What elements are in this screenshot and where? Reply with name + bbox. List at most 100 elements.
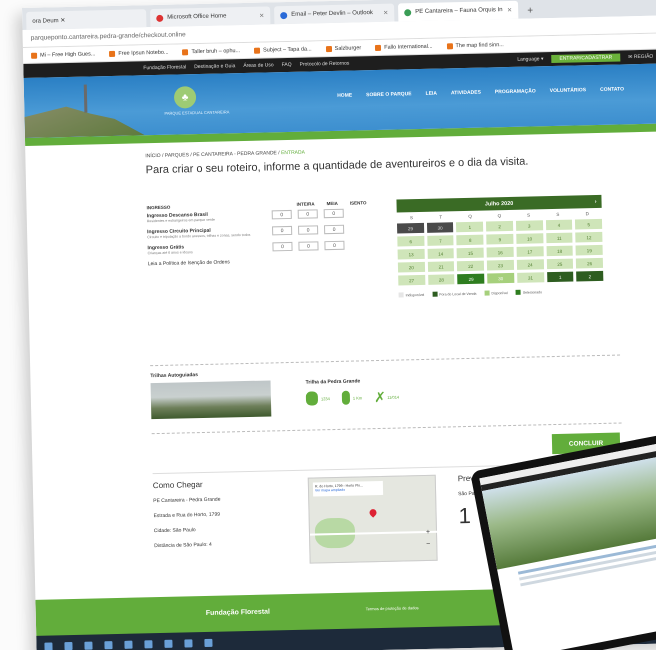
breadcrumb-current: ENTRADA bbox=[280, 149, 306, 157]
tree-logo-icon[interactable]: ♣ bbox=[173, 86, 197, 109]
calendar-day[interactable]: 30 bbox=[487, 272, 515, 284]
weekday-label: S bbox=[527, 212, 531, 218]
mail-icon[interactable] bbox=[144, 640, 153, 649]
calendar-day[interactable]: 6 bbox=[397, 235, 425, 247]
nav-schedule[interactable]: PROGRAMAÇÃO bbox=[495, 88, 536, 95]
qty-inteira-input[interactable]: 0 bbox=[271, 209, 292, 220]
calendar-day[interactable]: 15 bbox=[456, 247, 484, 259]
store-icon[interactable] bbox=[124, 640, 133, 649]
nav-contact[interactable]: CONTATO bbox=[600, 86, 624, 93]
bookmark[interactable]: Mi – Free High Gues... bbox=[31, 51, 95, 59]
app-icon[interactable] bbox=[204, 638, 213, 648]
calendar-day[interactable]: 5 bbox=[575, 218, 603, 230]
calendar-day[interactable]: 2 bbox=[486, 220, 514, 232]
calendar-day[interactable]: 31 bbox=[516, 272, 544, 283]
calendar-day[interactable]: 23 bbox=[486, 259, 514, 271]
qty-isento-input[interactable]: 0 bbox=[324, 240, 345, 251]
bookmark[interactable]: Salzburger bbox=[325, 44, 362, 52]
app-icon[interactable] bbox=[184, 639, 193, 648]
calendar-day[interactable]: 24 bbox=[516, 259, 544, 270]
calendar-day[interactable]: 20 bbox=[397, 261, 425, 273]
calendar-day[interactable]: 2 bbox=[576, 270, 604, 282]
windows-icon[interactable] bbox=[44, 642, 53, 650]
app-icon[interactable] bbox=[164, 639, 173, 648]
calendar-day[interactable]: 14 bbox=[427, 248, 455, 259]
calendar-day[interactable]: 12 bbox=[575, 231, 603, 243]
calendar-day[interactable]: 21 bbox=[427, 261, 455, 272]
calendar-day[interactable]: 17 bbox=[516, 246, 544, 257]
calendar-day[interactable]: 26 bbox=[576, 257, 604, 269]
browser-tab[interactable]: Email – Peter Devlin – Outlook ✕ bbox=[274, 3, 395, 25]
calendar-day[interactable]: 8 bbox=[456, 234, 484, 246]
folder-icon[interactable] bbox=[104, 641, 113, 650]
calendar-day[interactable]: 18 bbox=[546, 245, 574, 257]
calendar-day[interactable]: 29 bbox=[457, 273, 485, 285]
search-icon[interactable] bbox=[64, 642, 73, 650]
calendar-day: 30 bbox=[426, 222, 454, 233]
nav-about[interactable]: SOBRE O PARQUE bbox=[366, 91, 412, 98]
zoom-out-icon[interactable]: − bbox=[424, 540, 432, 548]
calendar-day[interactable]: 19 bbox=[575, 244, 603, 256]
bookmark-label: Salzburger bbox=[334, 44, 362, 52]
top-link[interactable]: Protocolo de Retornos bbox=[300, 61, 350, 68]
next-month-icon[interactable]: › bbox=[595, 199, 597, 205]
calendar-day[interactable]: 28 bbox=[427, 274, 455, 285]
calendar-day[interactable]: 16 bbox=[486, 246, 514, 258]
chrome-icon[interactable] bbox=[84, 641, 93, 650]
bookmark[interactable]: Fallo International... bbox=[375, 43, 433, 51]
top-link[interactable]: FAQ bbox=[282, 62, 292, 68]
close-icon[interactable]: ✕ bbox=[259, 12, 264, 19]
zoom-in-icon[interactable]: + bbox=[424, 528, 432, 536]
new-tab-button[interactable]: + bbox=[522, 2, 538, 18]
calendar-day[interactable]: 4 bbox=[545, 219, 573, 231]
breadcrumb-path[interactable]: INÍCIO / PARQUES / PE CANTAREIRA - PEDRA… bbox=[145, 150, 279, 159]
exemption-policy-link[interactable]: Leia a Política de Isenção de Ordens bbox=[148, 256, 378, 267]
bookmark-icon bbox=[182, 48, 189, 55]
top-link[interactable]: Fundação Florestal bbox=[143, 64, 186, 71]
nav-activities[interactable]: ATIVIDADES bbox=[451, 90, 481, 97]
qty-isento-input[interactable]: 0 bbox=[323, 208, 344, 219]
bookmark[interactable]: The map find sinn... bbox=[446, 42, 504, 49]
top-link[interactable]: Áreas de Uso bbox=[243, 62, 273, 69]
calendar-day[interactable]: 11 bbox=[545, 232, 573, 244]
close-icon[interactable]: ✕ bbox=[383, 9, 388, 16]
calendar-day[interactable]: 1 bbox=[456, 221, 484, 233]
qty-meia-input[interactable]: 0 bbox=[298, 241, 319, 251]
bookmark[interactable]: Free Ipsun Notebo... bbox=[109, 49, 169, 57]
calendar-day[interactable]: 27 bbox=[398, 274, 426, 286]
calendar-day[interactable]: 7 bbox=[426, 235, 454, 246]
map-pin-icon[interactable] bbox=[368, 507, 378, 518]
qty-meia-input[interactable]: 0 bbox=[297, 209, 318, 219]
bookmark[interactable]: Taller bruh – ophu... bbox=[182, 48, 240, 55]
browser-tab[interactable]: Microsoft Office Home ✕ bbox=[150, 6, 271, 28]
browser-tab-active[interactable]: PE Cantareira – Fauna Orquis In ✕ bbox=[397, 0, 519, 22]
footer-brand[interactable]: Fundação Florestal bbox=[206, 609, 270, 617]
qty-inteira-input[interactable]: 0 bbox=[272, 241, 293, 252]
region-link[interactable]: ✉ REGIÃO bbox=[628, 54, 653, 61]
nav-home[interactable]: HOME bbox=[337, 93, 352, 99]
bookmark[interactable]: Subject – Tapa da... bbox=[254, 46, 312, 54]
calendar-day[interactable]: 3 bbox=[515, 220, 543, 231]
calendar-day[interactable]: 10 bbox=[516, 233, 544, 244]
map-link[interactable]: Ver mapa ampliado bbox=[315, 487, 381, 493]
qty-inteira-input[interactable]: 0 bbox=[272, 225, 293, 236]
calendar-day[interactable]: 13 bbox=[397, 248, 425, 260]
browser-tab[interactable]: ora Deum ✕ bbox=[26, 9, 147, 30]
qty-meia-input[interactable]: 0 bbox=[298, 225, 319, 235]
footer-link[interactable]: Termos de proteção de dados bbox=[366, 605, 419, 611]
trails-section: Trilhas Autoguiadas Trilha da Pedra Gran… bbox=[150, 363, 621, 420]
calendar-day[interactable]: 1 bbox=[546, 271, 574, 283]
calendar-day[interactable]: 9 bbox=[486, 233, 514, 245]
nav-read[interactable]: LEIA bbox=[426, 91, 438, 97]
location-map[interactable]: R. do Horto, 1799 - Horto Flo... Ver mapa… bbox=[307, 474, 439, 564]
nav-volunteers[interactable]: VOLUNTÁRIOS bbox=[550, 87, 587, 94]
calendar-day[interactable]: 22 bbox=[457, 260, 485, 272]
login-button[interactable]: ENTRAR/CADASTRAR bbox=[551, 53, 621, 63]
close-icon[interactable]: ✕ bbox=[507, 6, 512, 13]
calendar-day[interactable]: 25 bbox=[546, 258, 574, 270]
qty-isento-input[interactable]: 0 bbox=[324, 224, 345, 235]
language-select[interactable]: Language ▾ bbox=[517, 56, 543, 63]
top-link[interactable]: Destinação e Guia bbox=[194, 63, 235, 70]
trail-photo[interactable] bbox=[150, 380, 272, 420]
ticket-selector: INGRESSO INTEIRA MEIA ISENTO Ingresso De… bbox=[147, 200, 378, 267]
